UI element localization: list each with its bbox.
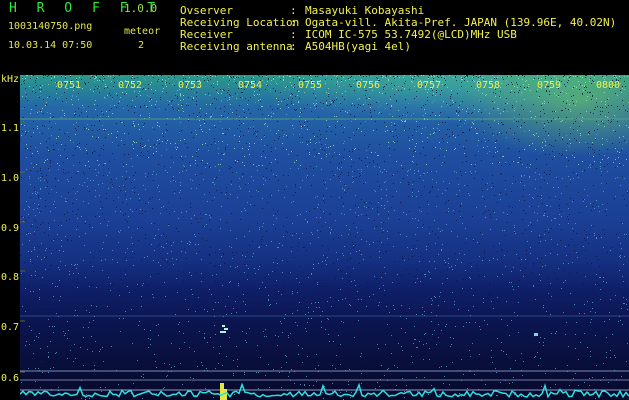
meteor-echo-2 [534,333,538,336]
app-version: 1.0.0 [124,2,158,15]
meteor-echo-1 [220,325,228,333]
observer-value: Masayuki Kobayashi [305,4,425,17]
receiver-label: Receiver [180,28,233,41]
y-tick-label: 1.1 [1,123,20,134]
frequency-axis: kHz 1.1 1.0 0.9 0.8 0.7 0.6 [0,72,20,400]
receiver-separator: : [290,28,297,41]
time-tick-label: 0758 [476,80,501,91]
spectrogram [20,75,629,400]
location-value: Ogata-vill. Akita-Pref. JAPAN (139.96E, … [305,16,617,29]
time-tick-label: 0754 [238,80,263,91]
y-tick-label: 0.6 [1,373,20,384]
datetime: 10.03.14 07:50 [8,40,93,51]
file-name: 1003140750.png [8,21,93,32]
time-tick-label: 0751 [57,80,82,91]
antenna-separator: : [290,40,297,53]
spectrogram-overlay [20,118,629,400]
count-value: 2 [138,40,145,51]
baseline-trace [20,382,629,399]
receiver-value: ICOM IC-575 53.7492(@LCD)MHz USB [305,28,517,41]
y-tick-label: 1.0 [1,173,20,184]
y-tick-label: 0.7 [1,322,20,333]
y-unit-label: kHz [1,74,20,85]
y-tick-label: 0.8 [1,272,20,283]
time-tick-label: 0800 [596,80,621,91]
time-tick-label: 0756 [356,80,381,91]
observer-separator: : [290,4,297,17]
time-tick-label: 0757 [417,80,442,91]
time-tick-label: 0755 [298,80,323,91]
y-tick-label: 0.9 [1,223,20,234]
location-label: Receiving Location [180,16,300,29]
time-tick-label: 0752 [118,80,143,91]
meteor-echo-3 [220,383,227,400]
observer-label: Ovserver [180,4,233,17]
antenna-value: A504HB(yagi 4el) [305,40,411,53]
time-tick-label: 0753 [178,80,203,91]
tick-marks [20,121,25,373]
header-panel: H R O F F T 1.0.0 1003140750.png 10.03.1… [0,0,629,72]
antenna-label: Receiving antenna [180,40,293,53]
time-tick-label: 0759 [537,80,562,91]
type-label: meteor [124,26,161,37]
location-separator: : [290,16,297,29]
